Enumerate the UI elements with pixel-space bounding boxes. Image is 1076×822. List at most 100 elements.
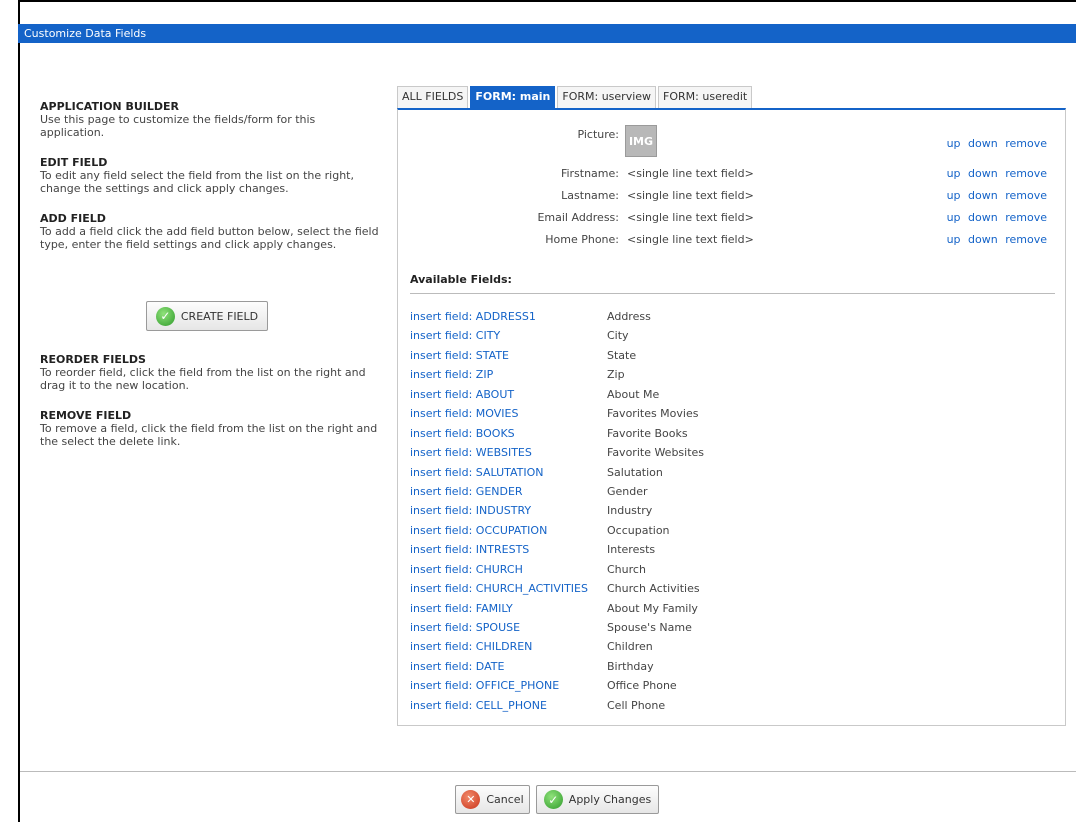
form-field-row-lastname[interactable]: Lastname: <single line text field> up do… [398,188,1067,204]
field-display-name: Interests [607,543,656,557]
cancel-label: Cancel [486,793,524,806]
form-panel: Picture: up down remove IMG Firstname: <… [397,108,1066,726]
available-field-row: insert field: FAMILY About My Family [410,599,704,618]
insert-field-link[interactable]: insert field: DATE [410,657,607,676]
x-icon: ✕ [461,790,481,809]
field-display-name: Gender [607,484,648,498]
insert-field-link[interactable]: insert field: CHURCH_ACTIVITIES [410,579,607,598]
apply-changes-button[interactable]: ✓ Apply Changes [536,785,659,814]
available-field-row: insert field: ZIP Zip [410,365,704,384]
move-down-link[interactable]: down [968,167,998,180]
field-display-name: About Me [607,387,660,401]
available-fields-title: Available Fields: [410,273,512,286]
field-display-name: Zip [607,368,625,382]
insert-field-link[interactable]: insert field: SPOUSE [410,618,607,637]
available-field-row: insert field: CHURCH Church [410,560,704,579]
move-down-link[interactable]: down [968,211,998,224]
insert-field-link[interactable]: insert field: GENDER [410,482,607,501]
available-field-row: insert field: SALUTATION Salutation [410,463,704,482]
help-text: To add a field click the add field butto… [40,225,379,251]
remove-link[interactable]: remove [1005,211,1047,224]
available-field-row: insert field: CELL_PHONE Cell Phone [410,696,704,715]
move-up-link[interactable]: up [947,233,961,246]
insert-field-link[interactable]: insert field: BOOKS [410,424,607,443]
insert-field-link[interactable]: insert field: CITY [410,326,607,345]
form-field-row-email[interactable]: Email Address: <single line text field> … [398,210,1067,226]
tab-all-fields[interactable]: ALL FIELDS [397,86,469,108]
field-actions: up down remove [947,188,1047,204]
available-field-row: insert field: SPOUSE Spouse's Name [410,618,704,637]
tab-form-userview[interactable]: FORM: userview [557,86,657,108]
create-field-button[interactable]: ✓ CREATE FIELD [146,301,268,331]
insert-field-link[interactable]: insert field: CHURCH [410,560,607,579]
field-type-value: <single line text field> [627,211,754,224]
tab-form-main[interactable]: FORM: main [470,86,556,108]
field-label: Email Address: [537,211,619,224]
insert-field-link[interactable]: insert field: INDUSTRY [410,501,607,520]
insert-field-link[interactable]: insert field: STATE [410,346,607,365]
insert-field-link[interactable]: insert field: CELL_PHONE [410,696,607,715]
footer-divider [20,771,1076,772]
form-tabs: ALL FIELDS FORM: main FORM: userview FOR… [397,86,753,108]
available-field-row: insert field: ABOUT About Me [410,385,704,404]
field-display-name: Spouse's Name [607,621,692,634]
insert-field-link[interactable]: insert field: SALUTATION [410,463,607,482]
available-field-row: insert field: INTRESTS Interests [410,540,704,559]
move-up-link[interactable]: up [947,189,961,202]
available-field-row: insert field: BOOKS Favorite Books [410,424,704,443]
insert-field-link[interactable]: insert field: INTRESTS [410,540,607,559]
remove-link[interactable]: remove [1005,137,1047,150]
insert-field-link[interactable]: insert field: OCCUPATION [410,521,607,540]
help-heading: APPLICATION BUILDER [40,100,179,113]
form-field-row-firstname[interactable]: Firstname: <single line text field> up d… [398,166,1067,182]
field-display-name: About My Family [607,601,698,615]
field-display-name: Favorites Movies [607,407,699,421]
field-type-value: <single line text field> [627,233,754,246]
tab-form-useredit[interactable]: FORM: useredit [658,86,753,108]
field-display-name: Church Activities [607,582,700,596]
insert-field-link[interactable]: insert field: ADDRESS1 [410,307,607,326]
apply-changes-label: Apply Changes [568,793,652,806]
field-display-name: Industry [607,504,653,518]
cancel-button[interactable]: ✕ Cancel [455,785,530,814]
help-heading: REMOVE FIELD [40,409,132,422]
field-display-name: Church [607,562,646,576]
insert-field-link[interactable]: insert field: MOVIES [410,404,607,423]
move-down-link[interactable]: down [968,233,998,246]
move-up-link[interactable]: up [947,137,961,150]
available-field-row: insert field: CHURCH_ACTIVITIES Church Ac… [410,579,704,598]
available-field-row: insert field: MOVIES Favorites Movies [410,404,704,423]
insert-field-link[interactable]: insert field: CHILDREN [410,637,607,656]
available-field-row: insert field: WEBSITES Favorite Websites [410,443,704,462]
move-up-link[interactable]: up [947,167,961,180]
field-display-name: Office Phone [607,679,677,693]
help-text: To reorder field, click the field from t… [40,366,366,392]
remove-link[interactable]: remove [1005,189,1047,202]
insert-field-link[interactable]: insert field: ABOUT [410,385,607,404]
available-field-row: insert field: STATE State [410,346,704,365]
insert-field-link[interactable]: insert field: FAMILY [410,599,607,618]
remove-link[interactable]: remove [1005,233,1047,246]
move-up-link[interactable]: up [947,211,961,224]
available-field-row: insert field: GENDER Gender [410,482,704,501]
insert-field-link[interactable]: insert field: ZIP [410,365,607,384]
move-down-link[interactable]: down [968,189,998,202]
field-type-value: <single line text field> [627,189,754,202]
create-field-label: CREATE FIELD [180,309,259,323]
field-display-name: Birthday [607,659,654,673]
field-display-name: Favorite Websites [607,446,705,460]
insert-field-link[interactable]: insert field: OFFICE_PHONE [410,676,607,695]
form-field-row-home-phone[interactable]: Home Phone: <single line text field> up … [398,232,1067,248]
field-display-name: State [607,348,637,362]
field-display-name: Salutation [607,465,663,479]
form-field-row-picture[interactable]: Picture: up down remove [398,127,1067,150]
field-type-value: <single line text field> [627,167,754,180]
insert-field-link[interactable]: insert field: WEBSITES [410,443,607,462]
available-field-row: insert field: OCCUPATION Occupation [410,521,704,540]
help-heading: ADD FIELD [40,212,106,225]
field-display-name: City [607,329,629,343]
remove-link[interactable]: remove [1005,167,1047,180]
move-down-link[interactable]: down [968,137,998,150]
check-icon: ✓ [155,306,175,326]
field-display-name: Occupation [607,523,670,537]
